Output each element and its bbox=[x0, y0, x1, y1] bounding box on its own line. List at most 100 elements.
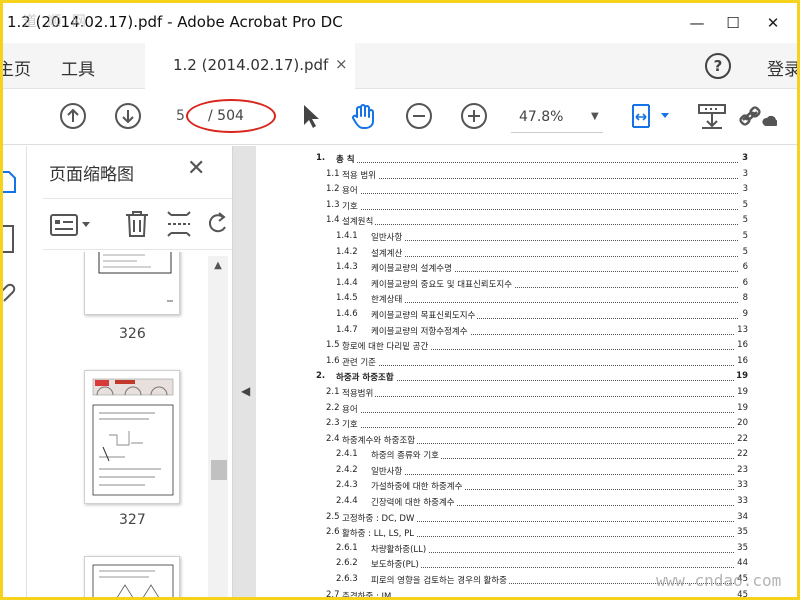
toc-row[interactable]: 2.4.4 긴장력에 대한 하중계수 33 bbox=[316, 494, 748, 510]
watermark-bottom: www.cndao.com bbox=[656, 571, 782, 590]
scroll-up-icon[interactable]: ▲ bbox=[208, 260, 228, 274]
trash-icon[interactable] bbox=[123, 209, 151, 239]
thumbnail-preview bbox=[92, 564, 174, 597]
toc-row[interactable]: 1.4.3 케이블교량의 설계수명 6 bbox=[316, 260, 748, 276]
toc-row[interactable]: 1.4.7 케이블교량의 저항수정계수 13 bbox=[316, 323, 748, 339]
toc-row[interactable]: 2.1 적용범위 19 bbox=[316, 385, 748, 401]
toc-row[interactable]: 1.6 관련 기준 16 bbox=[316, 354, 748, 370]
collapse-panel-icon[interactable]: ◀ bbox=[241, 384, 250, 398]
toc-title: 기호 bbox=[342, 199, 360, 212]
toc-page-number: 5 bbox=[740, 215, 748, 226]
panel-close-button[interactable]: ✕ bbox=[187, 156, 205, 181]
toc-number: 1.2 bbox=[326, 184, 340, 195]
toc-leader-dots bbox=[371, 239, 738, 241]
toc-row[interactable]: 1.5 항로에 대한 다리밑 공간 16 bbox=[316, 338, 748, 354]
toc-title: 기호 bbox=[342, 418, 360, 431]
watermark-top: 道 顺 网 bbox=[23, 14, 89, 30]
tab-close-button[interactable]: × bbox=[335, 55, 348, 73]
toc-leader-dots bbox=[342, 177, 738, 179]
toc-title: 항로에 대한 다리밑 공간 bbox=[342, 340, 431, 353]
thumbnail-preview bbox=[92, 378, 174, 496]
tab-document-label: 1.2 (2014.02.17).pdf bbox=[173, 56, 329, 74]
toc-title: 총 칙 bbox=[336, 153, 357, 165]
panel-splitter[interactable]: ◀ bbox=[232, 146, 256, 597]
hand-icon[interactable] bbox=[349, 102, 377, 130]
toc-row[interactable]: 1.4.4 케이블교량의 중요도 및 대표신뢰도지수 6 bbox=[316, 276, 748, 292]
toc-row[interactable]: 1.4.2 설계계산 5 bbox=[316, 245, 748, 261]
select-pointer-icon[interactable] bbox=[296, 102, 324, 130]
thumbnail-page-327[interactable] bbox=[84, 370, 180, 504]
rotate-icon[interactable] bbox=[207, 209, 227, 239]
toc-title: 설계계산 bbox=[371, 246, 405, 259]
arrow-down-icon[interactable] bbox=[114, 102, 142, 130]
close-window-button[interactable]: ✕ bbox=[759, 11, 787, 35]
toc-row[interactable]: 1.4 설계원칙 5 bbox=[316, 213, 748, 229]
fit-page-icon[interactable] bbox=[629, 102, 673, 130]
toc-row[interactable]: 2.6.1 차량활하중(LL) 35 bbox=[316, 541, 748, 557]
arrow-up-icon[interactable] bbox=[59, 102, 87, 130]
toc-number: 2.2 bbox=[326, 402, 340, 413]
zoom-out-icon[interactable] bbox=[405, 102, 433, 130]
toc-page-number: 3 bbox=[740, 153, 748, 163]
toc-title: 보도하중(PL) bbox=[371, 558, 421, 571]
save-icon[interactable] bbox=[697, 102, 727, 130]
maximize-button[interactable]: ☐ bbox=[719, 11, 747, 35]
toc-leader-dots bbox=[371, 302, 738, 304]
toc-page-number: 20 bbox=[735, 418, 748, 429]
toc-row[interactable]: 2.4.2 일반사항 23 bbox=[316, 463, 748, 479]
page-number-input[interactable]: 5 bbox=[176, 108, 185, 124]
thumbnail-page-326[interactable] bbox=[84, 252, 180, 315]
toc-row[interactable]: 1.4.1 일반사항 5 bbox=[316, 229, 748, 245]
toc-row[interactable]: 2.6 활하중 : LL, LS, PL 35 bbox=[316, 525, 748, 541]
zoom-in-icon[interactable] bbox=[460, 102, 488, 130]
toc-title: 케이블교량의 중요도 및 대표신뢰도지수 bbox=[371, 277, 515, 290]
login-button[interactable]: 登录 bbox=[767, 55, 797, 80]
scroll-thumb[interactable] bbox=[211, 460, 227, 480]
bookmark-icon[interactable] bbox=[3, 224, 17, 254]
toc-row[interactable]: 1.3 기호 5 bbox=[316, 198, 748, 214]
toc-row[interactable]: 2.3 기호 20 bbox=[316, 416, 748, 432]
toc-page-number: 3 bbox=[740, 168, 748, 179]
toc-row[interactable]: 1.4.6 케이블교량의 목표신뢰도지수 9 bbox=[316, 307, 748, 323]
toc-row[interactable]: 1. 총 칙 3 bbox=[316, 151, 748, 167]
tab-tools[interactable]: 工具 bbox=[61, 55, 95, 80]
tab-home[interactable]: 主页 bbox=[3, 55, 31, 80]
thumbnail-scrollbar[interactable]: ▲ bbox=[208, 256, 228, 597]
toc-row[interactable]: 2.4.1 하중의 종류와 기호 22 bbox=[316, 447, 748, 463]
page-thumbnails-icon[interactable] bbox=[3, 168, 17, 194]
minimize-button[interactable]: — bbox=[683, 11, 711, 35]
help-icon[interactable]: ? bbox=[705, 53, 731, 79]
toc-number: 2.3 bbox=[326, 418, 340, 429]
toc-row[interactable]: 2.5 고정하중 : DC, DW 34 bbox=[316, 510, 748, 526]
toc-row[interactable]: 2.2 용어 19 bbox=[316, 401, 748, 417]
link-icon[interactable] bbox=[737, 102, 777, 130]
thumbnail-page-next[interactable] bbox=[84, 556, 180, 597]
thumbnail-list[interactable]: 326 327 bbox=[27, 252, 232, 597]
toc-page-number: 33 bbox=[735, 480, 748, 491]
toc-row[interactable]: 2.4.3 가설하중에 대한 하중계수 33 bbox=[316, 478, 748, 494]
insert-page-icon[interactable] bbox=[165, 209, 193, 239]
toc-number: 1.4.4 bbox=[336, 277, 358, 288]
toc-page-number: 19 bbox=[735, 386, 748, 397]
toc-row[interactable]: 1.4.5 한계상태 8 bbox=[316, 291, 748, 307]
tab-document[interactable]: 1.2 (2014.02.17).pdf × bbox=[145, 43, 355, 89]
document-view[interactable]: 1. 총 칙 3 1.1 적용 범위 3 1.2 용어 3 1.3 기호 5 1.4 설계원칙 5 1.4.1… bbox=[256, 146, 797, 597]
toc-page-number: 5 bbox=[740, 246, 748, 257]
options-menu-icon[interactable] bbox=[49, 212, 95, 238]
toc-row[interactable]: 2.4 하중계수와 하중조합 22 bbox=[316, 432, 748, 448]
toc-number: 2.6.2 bbox=[336, 558, 358, 569]
toc-row[interactable]: 1.1 적용 범위 3 bbox=[316, 167, 748, 183]
toc-row[interactable]: 2. 하중과 하중조합 19 bbox=[316, 369, 748, 385]
toc-page-number: 13 bbox=[735, 324, 748, 335]
zoom-select[interactable]: 47.8% ▼ bbox=[511, 103, 603, 133]
toc-number: 1.4.1 bbox=[336, 230, 358, 241]
toc-number: 1. bbox=[316, 153, 326, 163]
toc-title: 하중과 하중조합 bbox=[336, 371, 396, 384]
toc-leader-dots bbox=[342, 224, 738, 226]
toc-number: 2.4 bbox=[326, 433, 340, 444]
toc-leader-dots bbox=[342, 395, 738, 397]
toc-row[interactable]: 1.2 용어 3 bbox=[316, 182, 748, 198]
attachment-icon[interactable] bbox=[3, 282, 17, 304]
toc-row[interactable]: 2.6.2 보도하중(PL) 44 bbox=[316, 556, 748, 572]
toc-title: 차량활하중(LL) bbox=[371, 542, 429, 555]
